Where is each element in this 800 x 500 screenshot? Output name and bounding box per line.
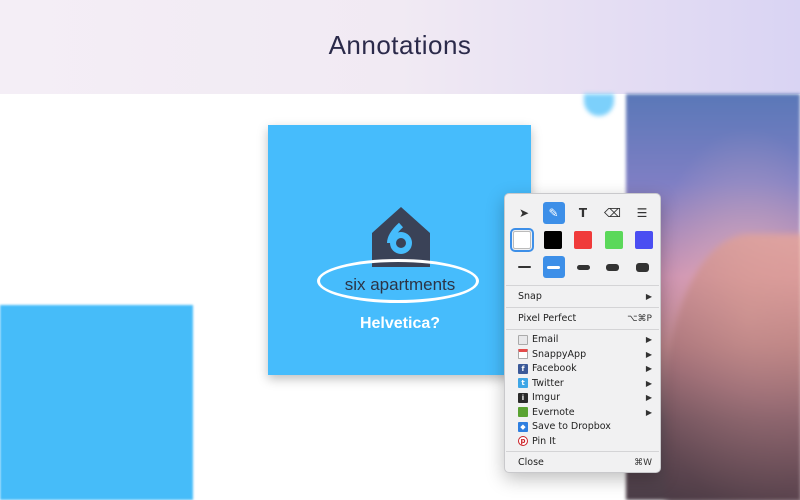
tool-row: ➤ ✎ T ⌫ ☰	[513, 202, 653, 224]
imgur-icon: i	[518, 392, 528, 403]
text-icon: T	[578, 206, 588, 220]
submenu-arrow-icon: ▶	[645, 364, 652, 373]
menu-item-twitter[interactable]: t Twitter ▶	[505, 376, 660, 391]
menu-item-imgur[interactable]: i Imgur ▶	[505, 390, 660, 405]
email-icon	[518, 334, 528, 345]
background-blue-block	[0, 305, 193, 500]
text-annotation[interactable]: Helvetica?	[295, 315, 505, 333]
line-width-3[interactable]	[572, 256, 594, 278]
submenu-arrow-icon: ▶	[645, 407, 652, 417]
submenu-arrow-icon: ▶	[645, 378, 652, 388]
menu-item-pin-it[interactable]: p Pin It	[505, 434, 660, 449]
adjust-tool-button[interactable]: ☰	[631, 202, 653, 224]
brand-name-text: six apartments	[344, 275, 456, 294]
color-swatch-green[interactable]	[604, 231, 623, 249]
menu-item-email[interactable]: Email ▶	[505, 332, 660, 347]
divider	[506, 451, 659, 452]
eraser-icon: ⌫	[604, 206, 621, 220]
pencil-icon: ✎	[548, 206, 559, 220]
submenu-arrow-icon: ▶	[645, 349, 652, 359]
menu-item-close[interactable]: Close ⌘W	[505, 455, 660, 470]
annotated-image-card[interactable]: six apartments Helvetica?	[268, 125, 531, 375]
pointer-icon: ➤	[518, 206, 530, 220]
menu-item-save-to-dropbox[interactable]: ◆ Save to Dropbox	[505, 419, 660, 434]
submenu-arrow-icon: ▶	[645, 393, 652, 402]
eraser-tool-button[interactable]: ⌫	[602, 202, 624, 224]
color-swatch-red[interactable]	[574, 231, 592, 249]
menu-item-snappyapp[interactable]: SnappyApp ▶	[505, 347, 660, 362]
text-tool-button[interactable]: T	[572, 202, 594, 224]
color-swatch-white[interactable]	[510, 228, 534, 252]
menu-item-pixel-perfect[interactable]: Pixel Perfect ⌥⌘P	[505, 311, 660, 326]
menu-item-facebook[interactable]: f Facebook ▶	[505, 361, 660, 376]
color-swatch-black[interactable]	[543, 231, 562, 249]
sliders-icon: ☰	[636, 206, 648, 220]
pointer-tool-button[interactable]: ➤	[513, 202, 535, 224]
submenu-arrow-icon: ▶	[645, 292, 652, 301]
line-width-4[interactable]	[602, 256, 624, 278]
highlighter-tool-button[interactable]: ✎	[542, 202, 565, 224]
color-row	[510, 228, 653, 252]
pinterest-icon: p	[518, 436, 528, 446]
line-width-2[interactable]	[542, 256, 565, 278]
facebook-icon: f	[518, 363, 528, 374]
submenu-arrow-icon: ▶	[645, 335, 652, 344]
twitter-icon: t	[518, 378, 528, 388]
evernote-icon	[518, 407, 528, 417]
color-swatch-blue[interactable]	[635, 231, 653, 249]
divider	[506, 307, 659, 308]
menu-item-evernote[interactable]: Evernote ▶	[505, 405, 660, 420]
line-width-5[interactable]	[631, 256, 653, 278]
line-width-1[interactable]	[513, 256, 535, 278]
header-bar: Annotations	[0, 0, 800, 94]
divider	[506, 329, 659, 330]
dropbox-icon: ◆	[518, 421, 528, 432]
annotation-panel: ➤ ✎ T ⌫ ☰ Snap ▶ Pixel Perfect ⌥⌘P Email…	[504, 193, 661, 473]
line-width-row	[513, 256, 653, 278]
snappyapp-icon	[518, 349, 528, 359]
divider	[506, 285, 659, 286]
menu-item-snap[interactable]: Snap ▶	[505, 289, 660, 304]
page-title: Annotations	[328, 29, 472, 60]
